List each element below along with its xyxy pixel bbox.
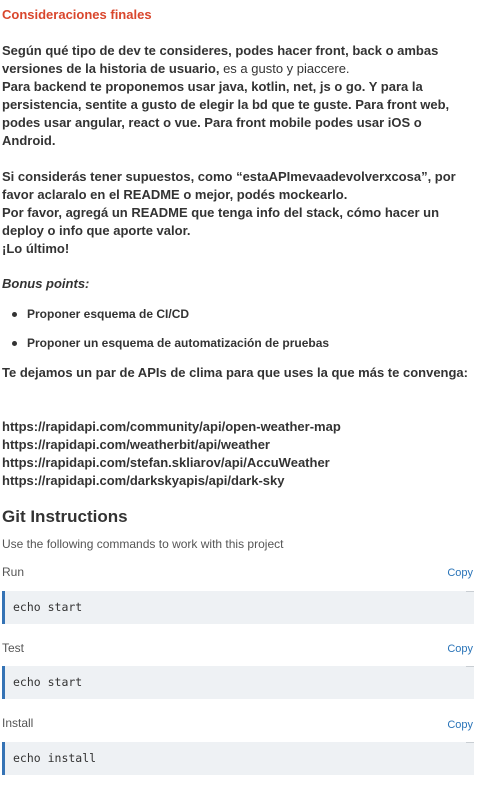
paragraph-last: ¡Lo último! [2,241,70,256]
git-instructions-subtitle: Use the following commands to work with … [2,537,284,551]
api-url[interactable]: https://rapidapi.com/weatherbit/api/weat… [2,436,341,454]
paragraph-stack: Para backend te proponemos usar java, ko… [2,79,450,148]
git-instructions-title: Git Instructions [2,507,128,526]
api-url[interactable]: https://rapidapi.com/community/api/open-… [2,418,341,436]
command-label-test: Test [2,641,25,655]
code-block-test: echo start [2,666,474,699]
api-url[interactable]: https://rapidapi.com/stefan.skliarov/api… [2,454,341,472]
bonus-list: Proponer esquema de CI/CD Proponer un es… [2,305,329,363]
api-url[interactable]: https://rapidapi.com/darkskyapis/api/dar… [2,472,341,490]
command-label-install: Install [2,716,34,730]
copy-button-run[interactable]: Copy [447,567,473,579]
api-list: https://rapidapi.com/community/api/open-… [2,418,341,490]
paragraph-readme: Por favor, agregá un README que tenga in… [2,205,440,238]
paragraph-assumptions: Si considerás tener supuestos, como “est… [2,169,456,202]
code-block-run: echo start [2,591,474,624]
command-label-run: Run [2,565,25,579]
paragraph-dev-type: Según qué tipo de dev te consideres, pod… [2,42,472,78]
paragraph-dev-type-normal: es a gusto y piaccere. [219,61,350,76]
bonus-item: Proponer esquema de CI/CD [2,305,329,334]
bonus-title: Bonus points: [2,276,90,291]
code-block-install: echo install [2,742,474,775]
bonus-item: Proponer un esquema de automatización de… [2,334,329,363]
section-title-consideraciones: Consideraciones finales [2,7,152,22]
copy-button-test[interactable]: Copy [447,643,473,655]
apis-intro: Te dejamos un par de APIs de clima para … [2,365,468,380]
copy-button-install[interactable]: Copy [447,719,473,731]
